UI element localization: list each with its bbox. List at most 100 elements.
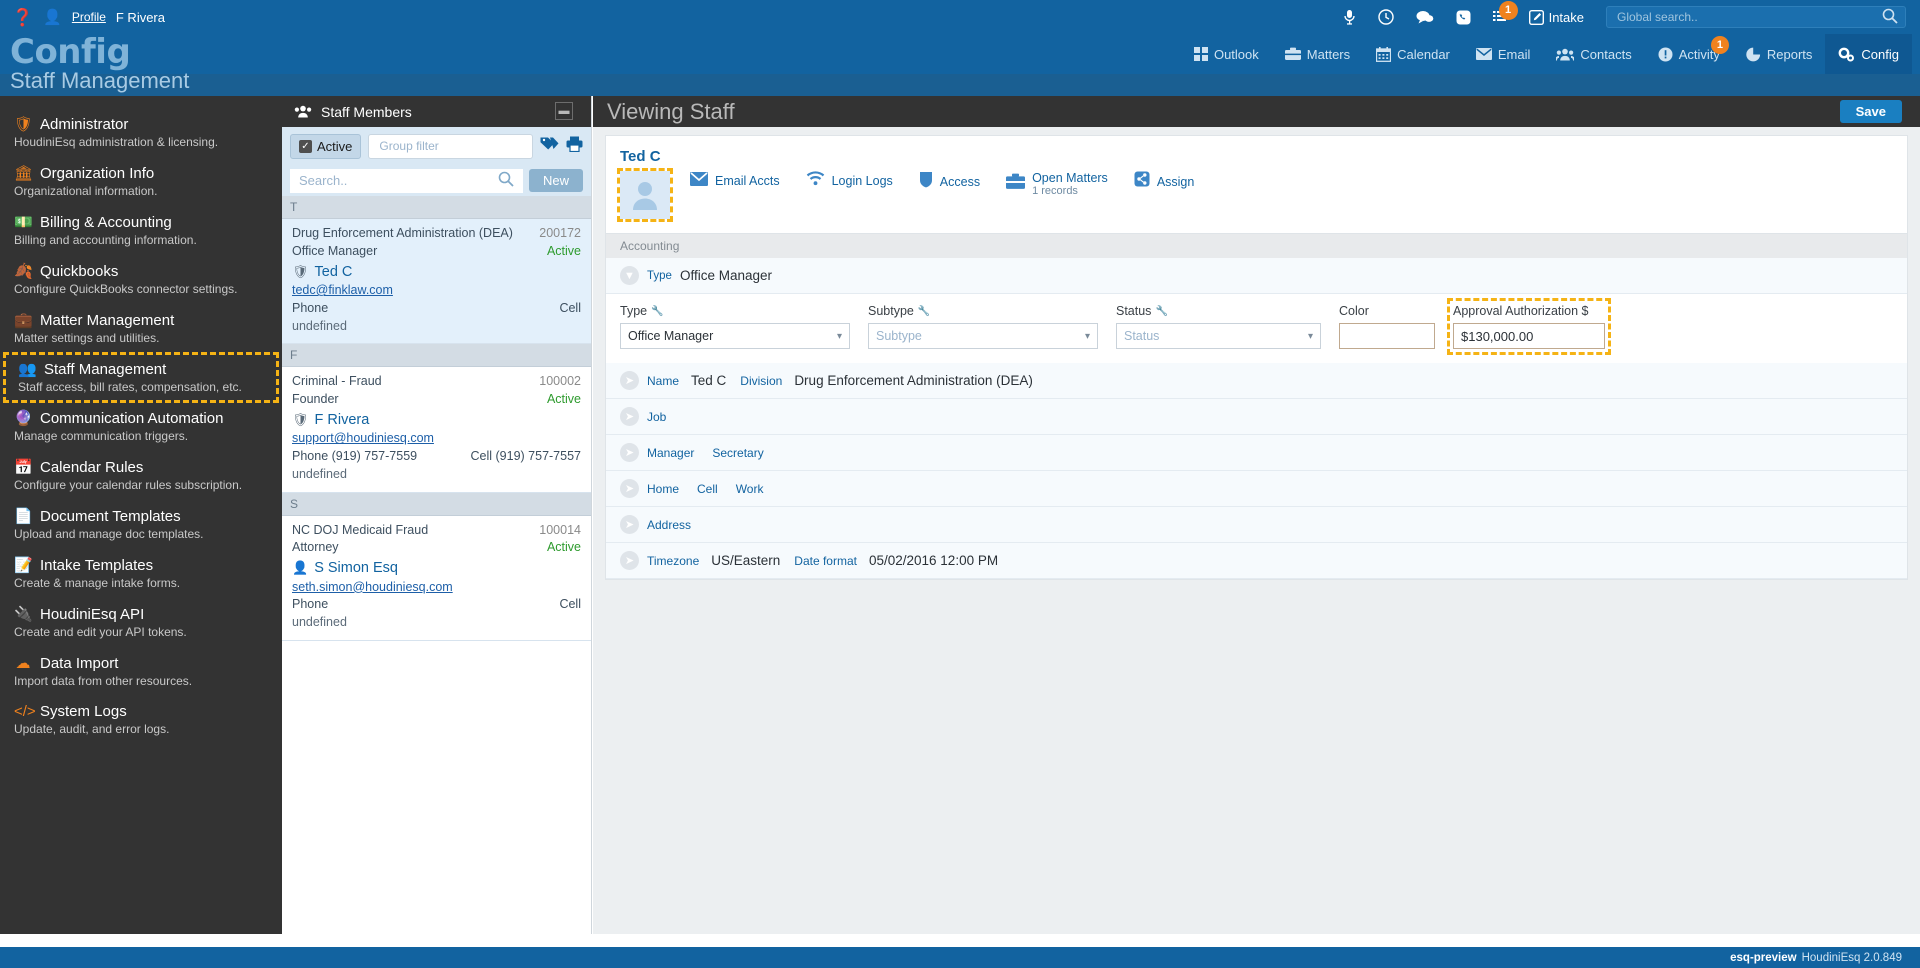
- row-label-cell[interactable]: Cell: [697, 482, 718, 496]
- staff-name-link[interactable]: 👤 S Simon Esq: [292, 558, 581, 579]
- staff-search[interactable]: [290, 168, 523, 193]
- list-icon[interactable]: 1: [1492, 0, 1518, 25]
- subtype-select[interactable]: Subtype ▾: [868, 323, 1098, 349]
- tab-avatar[interactable]: [617, 168, 673, 222]
- sidebar-item-intake-templates[interactable]: 📝 Intake Templates Create & manage intak…: [0, 549, 282, 598]
- sidebar-title-communication-automation: Communication Automation: [40, 409, 224, 427]
- staff-email-link[interactable]: tedc@finklaw.com: [292, 282, 581, 300]
- row-label-division[interactable]: Division: [740, 374, 782, 388]
- accordion-row-timezone[interactable]: ➤ Timezone US/Eastern Date format 05/02/…: [606, 543, 1907, 579]
- staff-list-item-s-simon-esq[interactable]: NC DOJ Medicaid Fraud 100014 Attorney Ac…: [282, 516, 591, 641]
- color-input[interactable]: [1339, 323, 1435, 349]
- save-button[interactable]: Save: [1839, 100, 1902, 123]
- sidebar-item-administrator[interactable]: 🛡 Administrator HoudiniEsq administratio…: [0, 108, 282, 157]
- sidebar-item-communication-automation[interactable]: 🔮 Communication Automation Manage commun…: [0, 402, 282, 451]
- chevron-right-icon[interactable]: ➤: [620, 371, 639, 390]
- profile-link[interactable]: Profile: [72, 10, 106, 24]
- sidebar-item-matter-management[interactable]: 💼 Matter Management Matter settings and …: [0, 304, 282, 353]
- clock-icon[interactable]: [1377, 9, 1394, 25]
- accordion-row-address[interactable]: ➤ Address: [606, 507, 1907, 543]
- global-search[interactable]: [1606, 6, 1906, 28]
- staff-list-item-f-rivera[interactable]: Criminal - Fraud 100002 Founder Active 🛡…: [282, 367, 591, 493]
- staff-email-link[interactable]: seth.simon@houdiniesq.com: [292, 579, 581, 597]
- staff-email-link[interactable]: support@houdiniesq.com: [292, 430, 581, 448]
- row-label-date-format[interactable]: Date format: [794, 554, 857, 568]
- row-label-address[interactable]: Address: [647, 518, 691, 532]
- record-name: Ted C: [620, 148, 661, 165]
- sidebar-item-billing-accounting[interactable]: 💵 Billing & Accounting Billing and accou…: [0, 206, 282, 255]
- wrench-icon[interactable]: 🔧: [1155, 306, 1167, 317]
- chevron-down-icon[interactable]: ▼: [620, 266, 639, 285]
- staff-list-item-ted-c[interactable]: Drug Enforcement Administration (DEA) 20…: [282, 219, 591, 345]
- nav-item-config[interactable]: Config: [1825, 34, 1912, 74]
- accordion-row-job[interactable]: ➤ Job: [606, 399, 1907, 435]
- sidebar-title-intake-templates: Intake Templates: [40, 556, 154, 574]
- sidebar-item-calendar-rules[interactable]: 📅 Calendar Rules Configure your calendar…: [0, 451, 282, 500]
- chevron-right-icon[interactable]: ➤: [620, 443, 639, 462]
- group-filter-input[interactable]: [377, 138, 524, 154]
- approval-authorization-input[interactable]: $130,000.00: [1453, 323, 1605, 349]
- nav-item-outlook[interactable]: Outlook: [1181, 34, 1272, 74]
- nav-item-contacts[interactable]: Contacts: [1543, 34, 1644, 74]
- search-icon[interactable]: [498, 171, 514, 191]
- tab-login-logs[interactable]: Login Logs: [806, 171, 907, 191]
- type-select[interactable]: Office Manager ▾: [620, 323, 850, 349]
- row-label-secretary[interactable]: Secretary: [712, 446, 763, 460]
- global-search-input[interactable]: [1615, 9, 1897, 25]
- collapse-panel-button[interactable]: ▬: [555, 102, 573, 120]
- chat-icon[interactable]: [1416, 10, 1434, 24]
- new-staff-button[interactable]: New: [528, 169, 583, 192]
- intake-button[interactable]: Intake: [1528, 10, 1584, 25]
- sidebar-item-houdiniesq-api[interactable]: 🔌 HoudiniEsq API Create and edit your AP…: [0, 598, 282, 647]
- wrench-icon[interactable]: 🔧: [651, 306, 663, 317]
- phone-icon[interactable]: [1456, 10, 1471, 25]
- tab-access[interactable]: Access: [919, 171, 994, 193]
- printer-icon[interactable]: [566, 136, 583, 157]
- tab-assign[interactable]: Assign: [1134, 171, 1209, 192]
- chevron-right-icon[interactable]: ➤: [620, 407, 639, 426]
- accordion-row-manager[interactable]: ➤ Manager Secretary: [606, 435, 1907, 471]
- row-label-job[interactable]: Job: [647, 410, 666, 424]
- group-filter[interactable]: [368, 133, 533, 159]
- tags-icon[interactable]: [540, 136, 559, 156]
- staff-name: S Simon Esq: [314, 560, 399, 577]
- sidebar-item-quickbooks[interactable]: 🍂 Quickbooks Configure QuickBooks connec…: [0, 255, 282, 304]
- row-label-timezone[interactable]: Timezone: [647, 554, 699, 568]
- search-icon[interactable]: [1882, 8, 1898, 27]
- sidebar-item-system-logs[interactable]: </> System Logs Update, audit, and error…: [0, 696, 282, 744]
- row-label-manager[interactable]: Manager: [647, 446, 694, 460]
- nav-item-matters[interactable]: Matters: [1272, 34, 1363, 74]
- sidebar-item-document-templates[interactable]: 📄 Document Templates Upload and manage d…: [0, 500, 282, 549]
- row-label-work[interactable]: Work: [736, 482, 764, 496]
- staff-name-link[interactable]: 🛡 F Rivera: [292, 410, 581, 431]
- shield-user-icon: 👤: [43, 9, 62, 26]
- status-select[interactable]: Status ▾: [1116, 323, 1321, 349]
- sidebar-item-organization-info[interactable]: 🏛 Organization Info Organizational infor…: [0, 157, 282, 206]
- chevron-right-icon[interactable]: ➤: [620, 479, 639, 498]
- sidebar-item-staff-management[interactable]: 👥 Staff Management Staff access, bill ra…: [3, 352, 279, 403]
- list-badge: 1: [1498, 0, 1518, 20]
- microphone-icon[interactable]: [1343, 9, 1356, 25]
- sidebar-desc-billing-accounting: Billing and accounting information.: [14, 233, 197, 247]
- config-sidebar: 🛡 Administrator HoudiniEsq administratio…: [0, 96, 282, 934]
- nav-item-activity[interactable]: Activity 1: [1645, 34, 1733, 74]
- tab-email-accts[interactable]: Email Accts: [690, 171, 794, 191]
- nav-label-reports: Reports: [1766, 46, 1813, 62]
- row-label-name[interactable]: Name: [647, 374, 679, 388]
- chevron-right-icon[interactable]: ➤: [620, 515, 639, 534]
- nav-item-reports[interactable]: Reports: [1733, 34, 1826, 74]
- staff-name-link[interactable]: 🛡 Ted C: [292, 262, 581, 283]
- accordion-row-type[interactable]: ▼ Type Office Manager: [606, 258, 1907, 294]
- nav-item-calendar[interactable]: Calendar: [1363, 34, 1463, 74]
- chevron-right-icon[interactable]: ➤: [620, 551, 639, 570]
- question-circle-icon[interactable]: ❓: [12, 9, 33, 26]
- tab-open-matters[interactable]: Open Matters 1 records: [1006, 171, 1122, 197]
- row-label-home[interactable]: Home: [647, 482, 679, 496]
- accordion-row-phones[interactable]: ➤ Home Cell Work: [606, 471, 1907, 507]
- accordion-row-name[interactable]: ➤ Name Ted C Division Drug Enforcement A…: [606, 363, 1907, 399]
- active-filter-checkbox[interactable]: ✓ Active: [290, 133, 362, 159]
- nav-item-email[interactable]: Email: [1463, 34, 1544, 74]
- sidebar-item-data-import[interactable]: ☁ Data Import Import data from other res…: [0, 647, 282, 696]
- wrench-icon[interactable]: 🔧: [918, 306, 930, 317]
- staff-search-input[interactable]: [297, 172, 498, 189]
